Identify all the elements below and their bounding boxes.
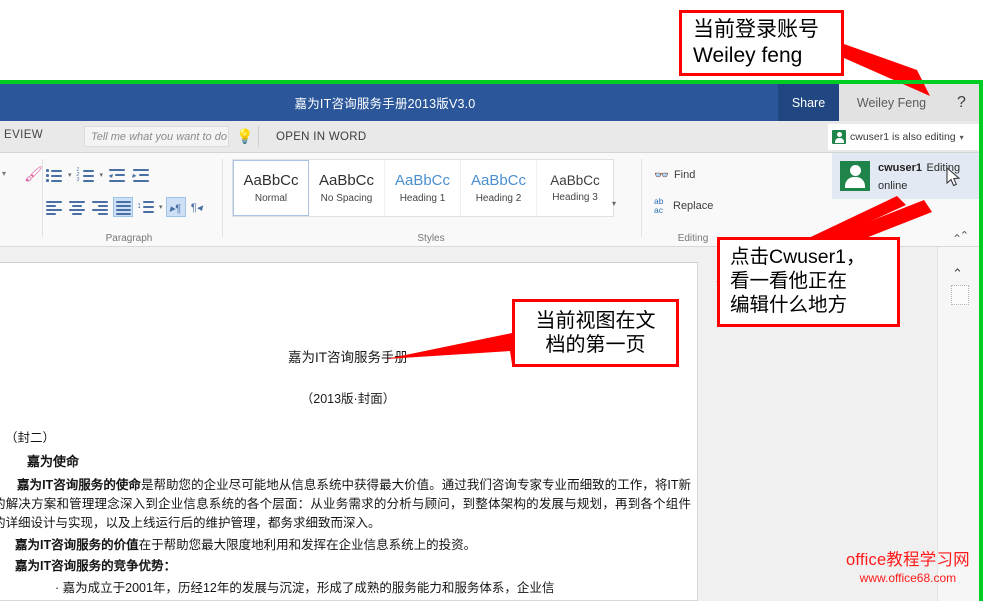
- app-screenshot: 嘉为IT咨询服务手册2013版V3.0 Share Weiley Feng ? …: [0, 0, 983, 601]
- style-preview: AaBbCc: [394, 172, 451, 189]
- annotation-account-line1: 当前登录账号: [693, 18, 819, 42]
- doc-value-rest: 在于帮助您最大限度地利用和发挥在企业信息系统上的投资。: [138, 537, 477, 552]
- group-divider: [222, 159, 223, 237]
- rtl-text-icon[interactable]: ¶◂: [189, 197, 209, 217]
- person-icon: [832, 130, 846, 144]
- window-frame-top-border: [0, 80, 983, 84]
- doc-bullet-item: · 嘉为成立于2001年，历经12年的发展与沉淀，形成了成熟的服务能力和服务体系…: [55, 581, 555, 596]
- annotation-page-line2: 档的第一页: [545, 334, 646, 356]
- doc-inside-cover-label: （封二）: [5, 431, 56, 445]
- style-name: Heading 1: [399, 193, 446, 204]
- ab-ac-icon: ab ac: [654, 196, 664, 215]
- group-label-styles: Styles: [417, 233, 445, 244]
- doc-value-bold: 嘉为IT咨询服务的价值: [15, 537, 139, 552]
- style-name: Normal: [254, 193, 288, 204]
- styles-more-icon[interactable]: ▾: [612, 199, 616, 208]
- style-name: Heading 3: [552, 192, 598, 203]
- style-item-heading-2[interactable]: AaBbCc Heading 2: [461, 160, 537, 216]
- replace-label: Replace: [673, 199, 714, 212]
- mouse-pointer-icon: [946, 167, 961, 187]
- style-item-heading-1[interactable]: AaBbCc Heading 1: [385, 160, 461, 216]
- annotation-click-line3: 编辑什么地方: [730, 293, 848, 316]
- ribbon-group-styles: AaBbCc Normal AaBbCc No Spacing AaBbCc H…: [226, 153, 636, 247]
- doc-cover-subtitle: （2013版·封面）: [300, 392, 396, 406]
- annotation-click-cwuser1: 点击Cwuser1， 看一看他正在 编辑什么地方: [717, 237, 900, 327]
- chevron-down-icon: ▾: [959, 132, 964, 142]
- find-button[interactable]: 👓 Find: [654, 168, 695, 182]
- increase-indent-icon[interactable]: ▸: [131, 165, 151, 185]
- watermark-line1: office教程学习网: [846, 551, 970, 569]
- align-right-icon[interactable]: [90, 197, 110, 217]
- style-preview: AaBbCc: [550, 173, 600, 188]
- chevron-down-icon-numbering[interactable]: ▾: [100, 171, 104, 179]
- window-frame-right-border: [979, 80, 983, 601]
- line-spacing-icon[interactable]: ↕: [136, 197, 156, 217]
- chevron-down-icon-clipboard[interactable]: ▾: [2, 169, 6, 178]
- annotation-click-line2: 看一看他正在: [730, 270, 848, 293]
- toolbar-divider: [258, 126, 259, 147]
- decrease-indent-icon[interactable]: ◂: [107, 165, 127, 185]
- paragraph-row-lists: ▾ 1 2 3 ▾ ◂ ▸: [44, 165, 151, 185]
- style-preview: AaBbCc: [243, 172, 299, 189]
- ribbon-group-paragraph: ▾ 1 2 3 ▾ ◂ ▸ ↕ ▾ ▸¶ ¶◂ Paragraph: [44, 153, 214, 247]
- document-title: 嘉为IT咨询服务手册2013版V3.0: [294, 97, 476, 111]
- justify-icon[interactable]: [113, 197, 133, 217]
- chevron-down-icon-bullets[interactable]: ▾: [68, 171, 72, 179]
- group-divider: [641, 159, 642, 237]
- scroll-up-arrow-inner-icon[interactable]: ⌃: [952, 266, 963, 282]
- collaborator-strip[interactable]: cwuser1 is also editing ▾: [828, 124, 979, 150]
- doc-advantage-heading: 嘉为IT咨询服务的竞争优势：: [15, 559, 177, 574]
- help-button[interactable]: ?: [944, 84, 979, 121]
- align-left-icon[interactable]: [44, 197, 64, 217]
- align-center-icon[interactable]: [67, 197, 87, 217]
- style-preview: AaBbCc: [318, 172, 375, 189]
- annotation-current-page: 当前视图在文 档的第一页: [512, 299, 679, 367]
- annotation-page-line1: 当前视图在文: [535, 309, 656, 332]
- tell-me-input[interactable]: Tell me what you want to do: [84, 126, 229, 147]
- styles-gallery: AaBbCc Normal AaBbCc No Spacing AaBbCc H…: [232, 159, 614, 217]
- chevron-down-icon-linespacing[interactable]: ▾: [159, 203, 163, 211]
- doc-section-heading: 嘉为使命: [27, 454, 80, 470]
- site-watermark: office教程学习网 www.office68.com: [846, 546, 970, 585]
- annotation-click-line1: 点击Cwuser1，: [730, 246, 866, 269]
- bullet-list-icon[interactable]: [44, 165, 64, 185]
- tab-review[interactable]: EVIEW: [0, 125, 51, 145]
- style-item-normal[interactable]: AaBbCc Normal: [233, 160, 309, 216]
- collaborator-strip-label: cwuser1 is also editing: [850, 131, 956, 143]
- tell-me-placeholder: Tell me what you want to do: [91, 130, 227, 143]
- numbered-list-icon[interactable]: 1 2 3: [76, 165, 96, 185]
- style-item-no-spacing[interactable]: AaBbCc No Spacing: [309, 160, 385, 216]
- lightbulb-icon: 💡: [236, 128, 254, 144]
- style-item-heading-3[interactable]: AaBbCc Heading 3: [537, 160, 613, 216]
- binoculars-icon: 👓: [654, 168, 669, 182]
- scroll-up-arrow-outer-icon[interactable]: ⌃: [952, 232, 962, 246]
- group-divider: [42, 159, 43, 237]
- share-button[interactable]: Share: [778, 84, 839, 121]
- watermark-line2: www.office68.com: [859, 571, 957, 585]
- ribbon-group-editing: 👓 Find ab ac Replace Editing: [648, 153, 738, 247]
- open-in-word-button[interactable]: OPEN IN WORD: [276, 126, 367, 147]
- replace-button[interactable]: ab ac Replace: [654, 197, 713, 214]
- doc-mission-paragraph: 嘉为IT咨询服务的使命是帮助您的企业尽可能地从信息系统中获得最大价值。通过我们咨…: [0, 476, 691, 534]
- annotation-account: 当前登录账号 Weiley feng: [679, 10, 844, 76]
- group-label-paragraph: Paragraph: [105, 233, 153, 244]
- scrollbar-thumb[interactable]: [951, 285, 969, 305]
- style-preview: AaBbCc: [470, 172, 527, 189]
- collaborator-name: cwuser1: [878, 162, 923, 174]
- person-icon: [840, 161, 870, 191]
- style-name: Heading 2: [475, 193, 522, 204]
- ltr-text-icon[interactable]: ▸¶: [165, 197, 186, 217]
- annotation-account-line2: Weiley feng: [693, 44, 803, 67]
- doc-mission-bold: 嘉为IT咨询服务的使命: [17, 477, 141, 492]
- paragraph-row-alignment: ↕ ▾ ▸¶ ¶◂: [44, 197, 209, 217]
- find-label: Find: [673, 169, 696, 181]
- style-name: No Spacing: [320, 193, 373, 204]
- account-area: Weiley Feng ?: [839, 84, 979, 121]
- doc-value-paragraph: 嘉为IT咨询服务的价值在于帮助您最大限度地利用和发挥在企业信息系统上的投资。: [15, 536, 697, 555]
- account-name-button[interactable]: Weiley Feng: [839, 84, 944, 121]
- collaborator-card-text: cwuser1 Editing online: [878, 158, 979, 194]
